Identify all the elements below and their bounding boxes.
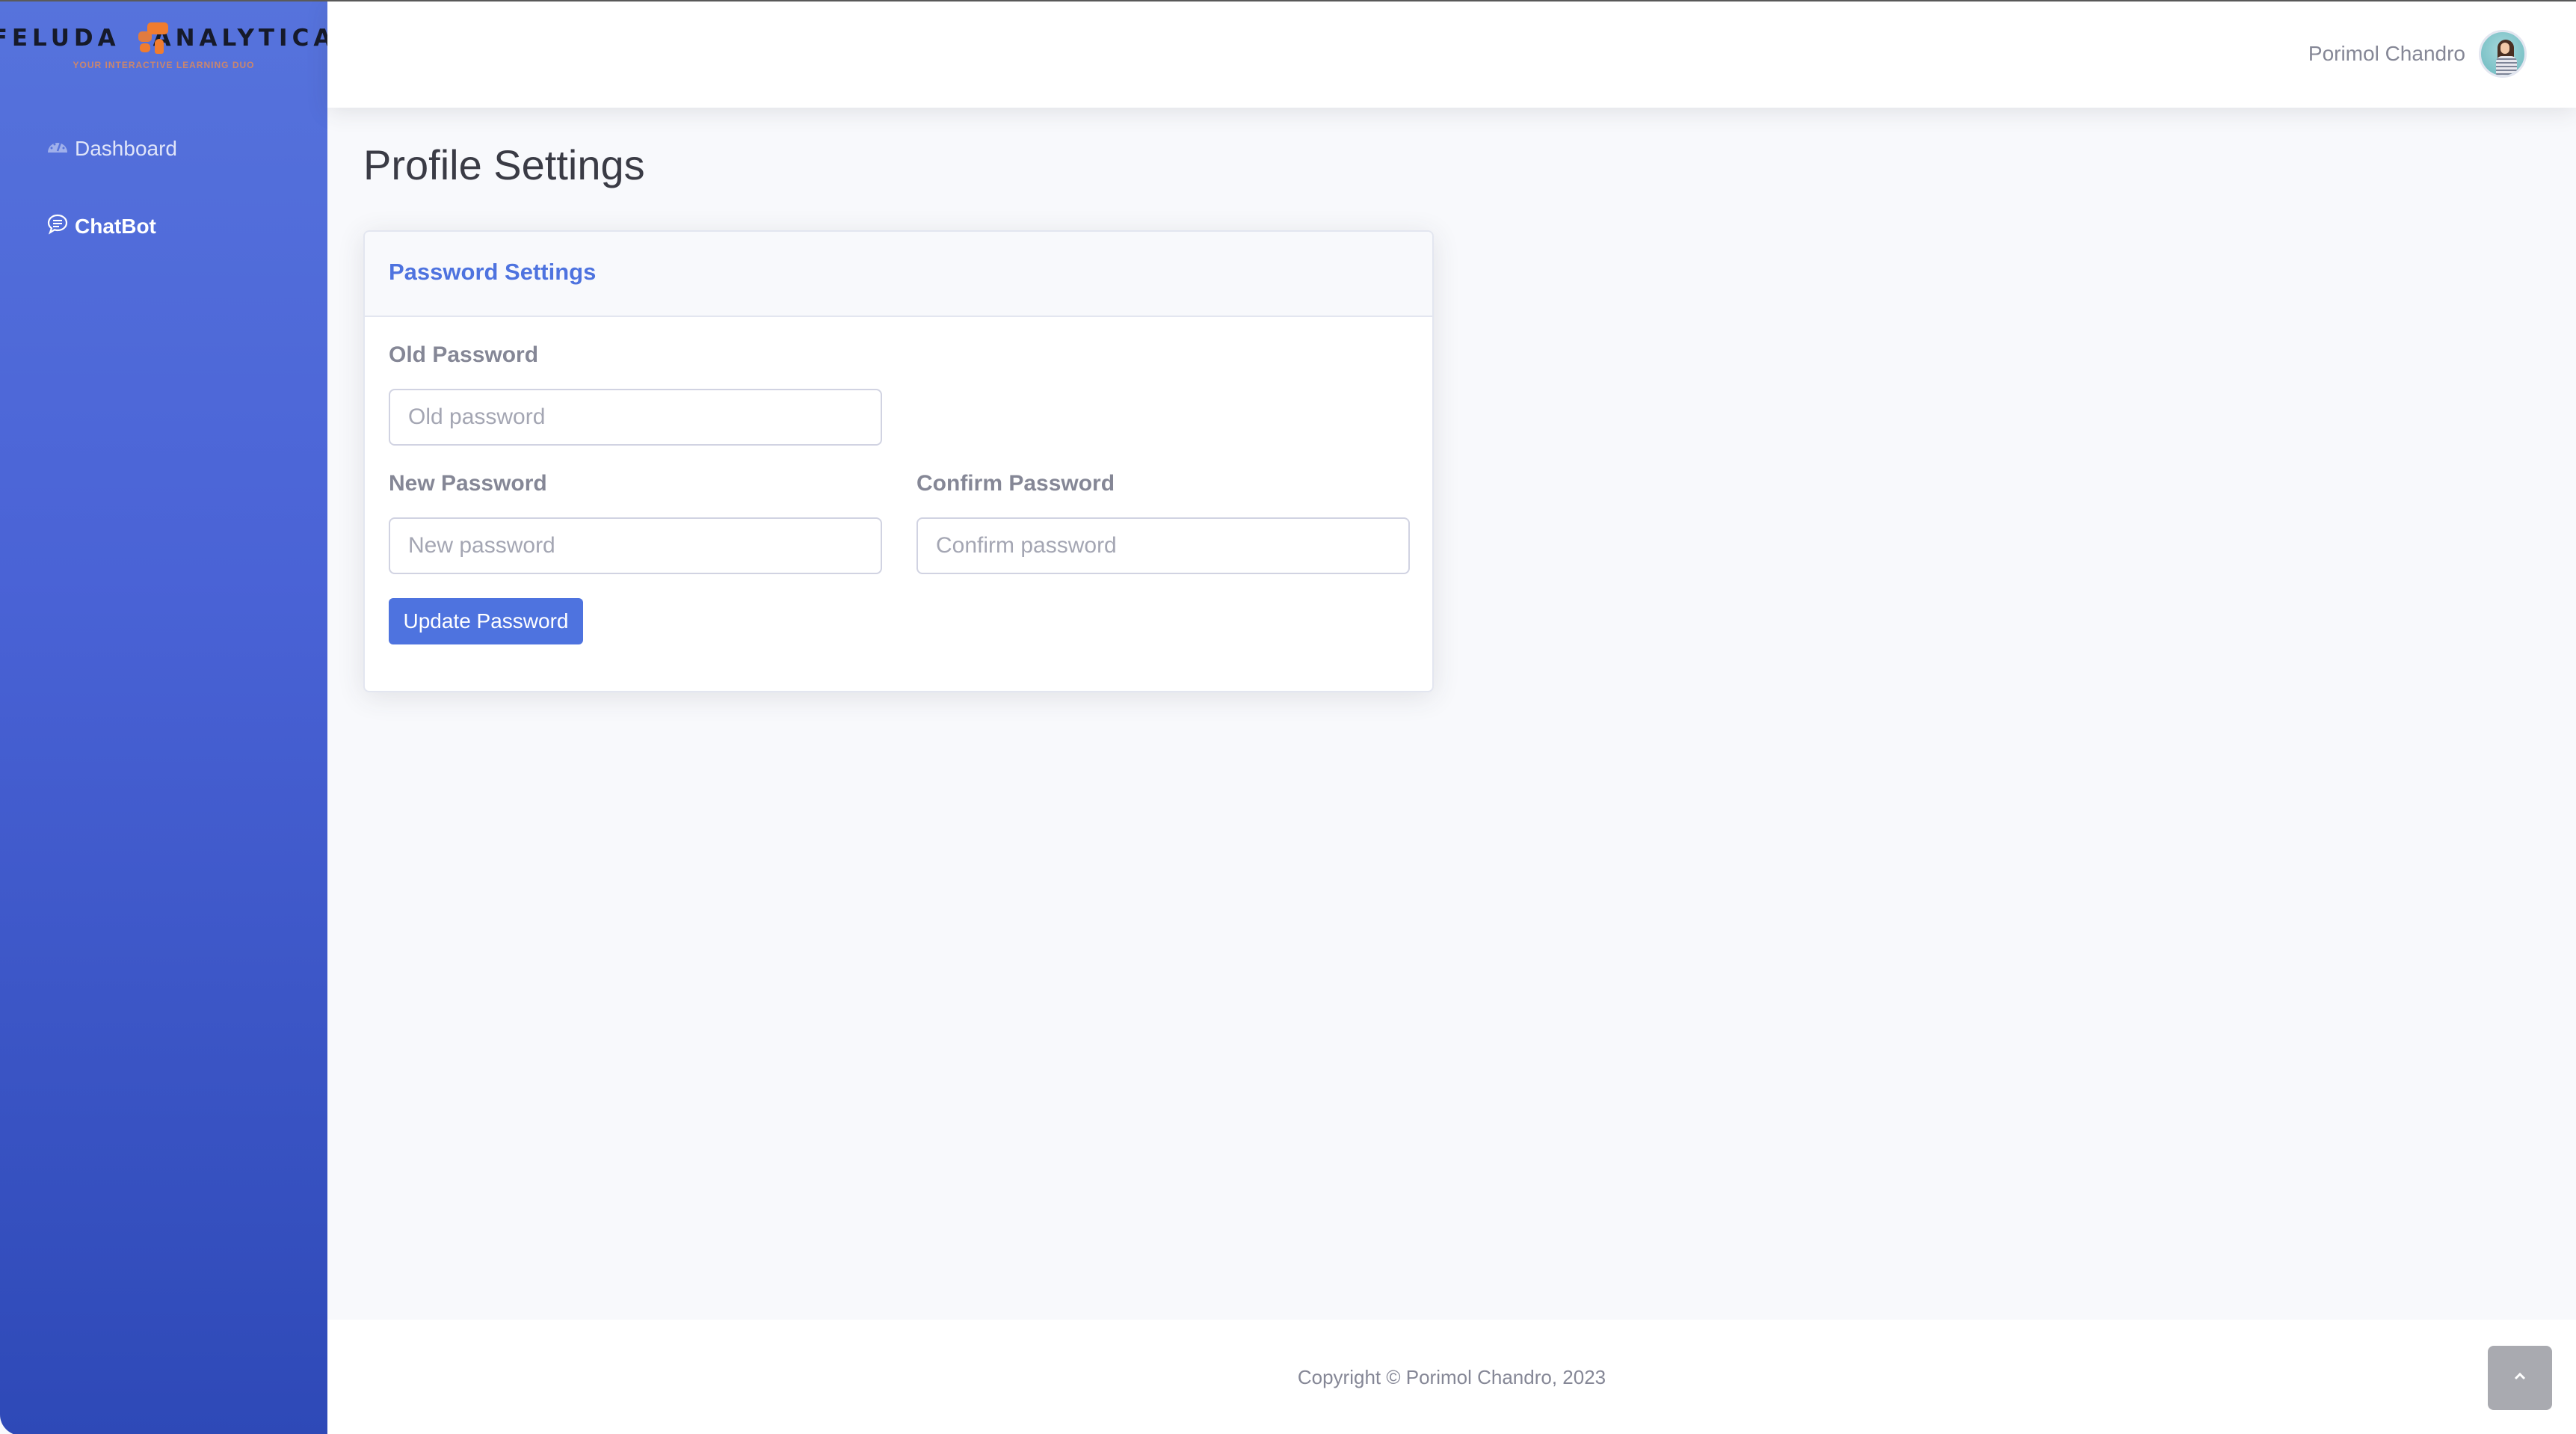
brand-name-left: FELUDA <box>0 25 120 52</box>
copyright-text: Copyright © Porimol Chandro, 2023 <box>1297 1366 1606 1388</box>
page-title: Profile Settings <box>363 141 645 188</box>
user-menu[interactable]: Porimol Chandro <box>2308 30 2527 78</box>
topbar: Porimol Chandro <box>327 1 2576 108</box>
user-name: Porimol Chandro <box>2308 42 2465 65</box>
card-title: Password Settings <box>389 259 597 285</box>
old-password-input[interactable] <box>389 389 882 446</box>
confirm-password-input[interactable] <box>916 517 1410 574</box>
confirm-password-label: Confirm Password <box>916 471 1115 496</box>
chat-bubble-icon <box>46 212 69 240</box>
sidebar: FELUDA ANALYTICA YOUR INTERACTIVE LEARNI… <box>0 1 331 1434</box>
update-password-button[interactable]: Update Password <box>389 598 583 644</box>
scroll-to-top-button[interactable] <box>2488 1346 2552 1410</box>
card-header: Password Settings <box>365 232 1432 317</box>
sidebar-item-dashboard[interactable]: Dashboard <box>46 135 177 162</box>
password-settings-card: Password Settings Old Password New Passw… <box>363 230 1434 692</box>
brand-name-right: ANALYTICA <box>152 25 336 52</box>
brand-tagline: YOUR INTERACTIVE LEARNING DUO <box>73 60 255 70</box>
brand-logo[interactable]: FELUDA ANALYTICA YOUR INTERACTIVE LEARNI… <box>0 22 331 70</box>
sidebar-item-chatbot[interactable]: ChatBot <box>46 212 156 240</box>
avatar[interactable] <box>2479 30 2527 78</box>
footer: Copyright © Porimol Chandro, 2023 <box>327 1320 2576 1434</box>
sidebar-item-label: ChatBot <box>75 214 156 238</box>
new-password-input[interactable] <box>389 517 882 574</box>
sidebar-item-label: Dashboard <box>75 136 177 160</box>
tachometer-icon <box>46 135 69 162</box>
new-password-label: New Password <box>389 471 547 496</box>
old-password-label: Old Password <box>389 342 539 367</box>
chevron-up-icon <box>2511 1370 2529 1387</box>
